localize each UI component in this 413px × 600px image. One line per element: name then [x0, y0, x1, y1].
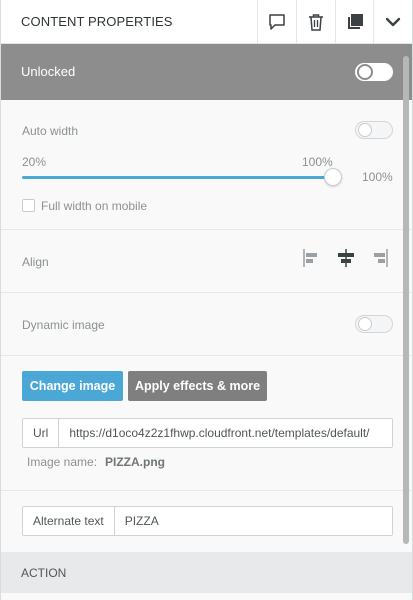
align-right-button[interactable] [367, 247, 393, 273]
dynamic-image-label: Dynamic image [22, 318, 105, 332]
duplicate-icon [346, 13, 364, 31]
align-left-icon [301, 248, 321, 273]
comment-button[interactable] [257, 0, 296, 44]
auto-width-label: Auto width [22, 124, 79, 138]
auto-width-toggle[interactable] [355, 121, 393, 139]
panel-title: CONTENT PROPERTIES [21, 14, 173, 29]
change-image-button[interactable]: Change image [22, 371, 123, 401]
duplicate-button[interactable] [335, 0, 374, 44]
lock-row: Unlocked [1, 44, 412, 100]
alt-text-input[interactable] [114, 507, 392, 535]
lock-label: Unlocked [21, 64, 76, 79]
toggle-knob [357, 64, 373, 80]
slider-max-label: 100% [302, 155, 333, 169]
align-center-button[interactable] [333, 247, 359, 273]
width-slider-handle[interactable] [324, 168, 342, 186]
url-input[interactable] [59, 419, 392, 447]
lock-toggle[interactable] [355, 63, 393, 81]
dynamic-image-toggle[interactable] [355, 315, 393, 333]
align-right-icon [370, 248, 390, 273]
slider-min-label: 20% [22, 155, 47, 169]
action-label: ACTION [21, 566, 67, 580]
url-field: Url [22, 418, 393, 448]
alt-text-field: Alternate text [22, 506, 393, 536]
apply-effects-button[interactable]: Apply effects & more [128, 371, 267, 401]
slider-value-label: 100% [362, 170, 393, 184]
comment-icon [268, 13, 286, 31]
delete-button[interactable] [296, 0, 335, 44]
toggle-knob [358, 123, 372, 137]
alt-text-addon: Alternate text [23, 507, 115, 535]
image-name-value: PIZZA.png [105, 455, 165, 469]
url-addon: Url [23, 419, 60, 447]
full-width-mobile-checkbox[interactable] [22, 199, 35, 212]
panel-scrollbar[interactable] [403, 56, 409, 544]
align-center-icon [336, 248, 356, 273]
image-name-label: Image name: [27, 455, 98, 469]
width-slider-track[interactable] [22, 176, 333, 179]
collapse-button[interactable] [373, 0, 412, 44]
action-section-header[interactable]: ACTION [1, 553, 412, 593]
toggle-knob [358, 317, 372, 331]
content-properties-panel: CONTENT PROPERTIES Unlocked Auto width 2… [0, 0, 413, 600]
trash-icon [308, 13, 324, 31]
align-left-button[interactable] [298, 247, 324, 273]
align-label: Align [22, 255, 49, 269]
full-width-mobile-label: Full width on mobile [41, 199, 148, 213]
panel-header: CONTENT PROPERTIES [1, 0, 412, 44]
chevron-down-icon [385, 16, 401, 28]
